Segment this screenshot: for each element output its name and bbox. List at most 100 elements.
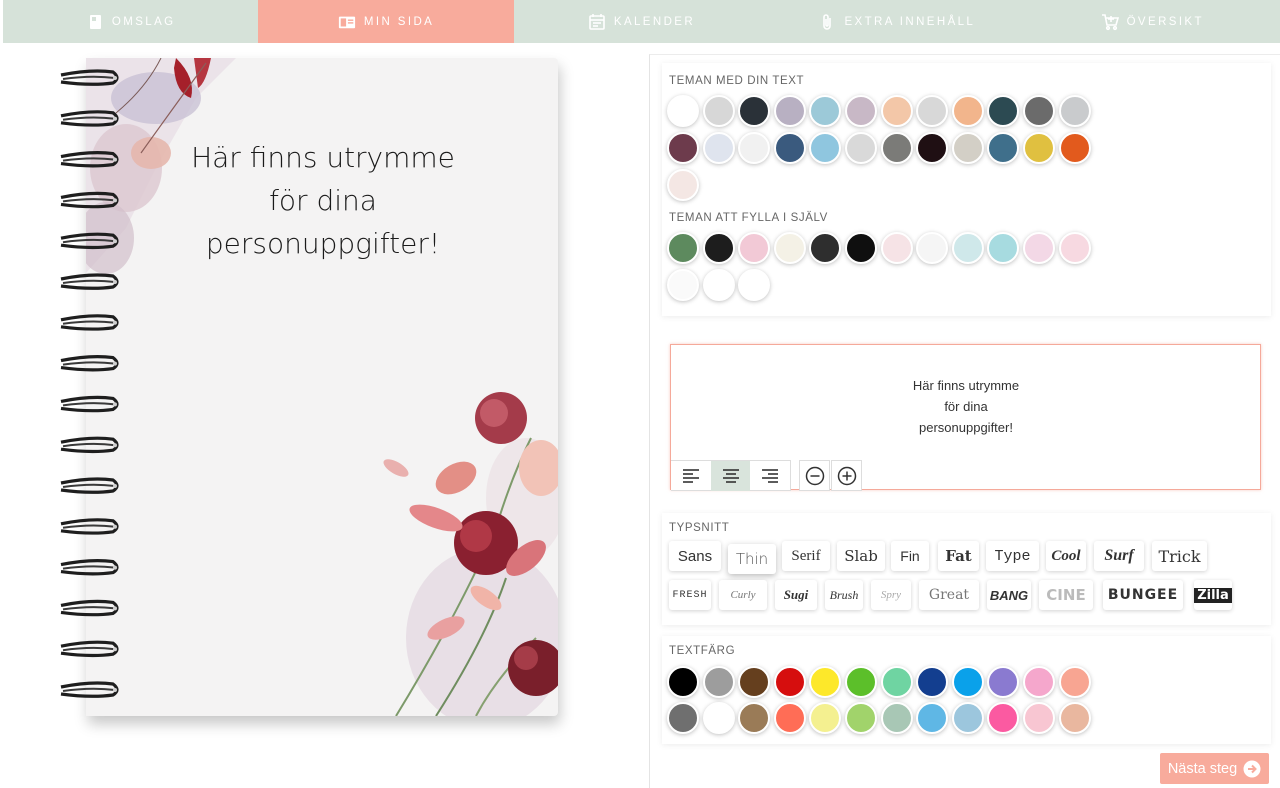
fill-in-theme-swatch[interactable] bbox=[702, 232, 735, 264]
text-color-swatch[interactable] bbox=[1023, 702, 1055, 734]
font-option-slab[interactable]: Slab bbox=[837, 541, 885, 571]
editor-text[interactable]: Här finns utrymme för dina personuppgift… bbox=[841, 375, 1091, 438]
font-option-thin[interactable]: Thin bbox=[728, 544, 776, 574]
align-left-button[interactable] bbox=[671, 461, 711, 491]
font-option-bang[interactable]: BANG bbox=[987, 580, 1031, 610]
text-color-swatch[interactable] bbox=[845, 702, 877, 734]
fill-in-theme-swatch[interactable] bbox=[738, 232, 771, 264]
font-option-cool[interactable]: Cool bbox=[1046, 541, 1086, 571]
theme-swatch[interactable] bbox=[845, 132, 877, 164]
text-color-swatch[interactable] bbox=[809, 666, 842, 698]
text-color-swatch[interactable] bbox=[738, 666, 771, 698]
text-editor[interactable]: Här finns utrymme för dina personuppgift… bbox=[670, 344, 1261, 491]
text-color-swatch[interactable] bbox=[667, 666, 699, 698]
font-option-great[interactable]: Great bbox=[919, 580, 979, 610]
text-color-swatch[interactable] bbox=[702, 666, 735, 698]
theme-swatch[interactable] bbox=[773, 132, 806, 164]
theme-swatch[interactable] bbox=[987, 132, 1020, 164]
text-color-swatch[interactable] bbox=[987, 702, 1020, 734]
theme-swatch[interactable] bbox=[809, 132, 842, 164]
theme-swatch[interactable] bbox=[702, 132, 735, 164]
theme-swatch[interactable] bbox=[951, 95, 984, 127]
theme-swatch[interactable] bbox=[880, 95, 913, 127]
theme-swatch[interactable] bbox=[1058, 95, 1091, 127]
text-color-swatch[interactable] bbox=[702, 702, 735, 734]
text-color-swatch[interactable] bbox=[951, 702, 984, 734]
theme-swatch[interactable] bbox=[702, 95, 735, 127]
tab-min-sida[interactable]: MIN SIDA bbox=[258, 0, 514, 43]
font-option-spry[interactable]: Spry bbox=[871, 580, 911, 610]
fill-in-theme-swatch[interactable] bbox=[987, 232, 1020, 264]
fill-in-theme-swatch[interactable] bbox=[1023, 232, 1055, 264]
font-option-fin[interactable]: Fin bbox=[891, 541, 929, 571]
text-color-swatch[interactable] bbox=[1058, 666, 1091, 698]
theme-swatch[interactable] bbox=[880, 132, 913, 164]
theme-swatch[interactable] bbox=[667, 95, 699, 127]
text-color-swatch[interactable] bbox=[1058, 702, 1091, 734]
fill-in-theme-swatch[interactable] bbox=[845, 232, 877, 264]
font-option-zilla[interactable]: Zilla bbox=[1194, 580, 1232, 610]
theme-swatch[interactable] bbox=[1023, 95, 1055, 127]
theme-swatch[interactable] bbox=[916, 132, 949, 164]
decrease-size-button[interactable] bbox=[799, 460, 830, 491]
theme-swatch[interactable] bbox=[987, 95, 1020, 127]
tab-oversikt[interactable]: ÖVERSIKT bbox=[1025, 0, 1280, 43]
theme-swatch[interactable] bbox=[1058, 132, 1091, 164]
font-option-curly[interactable]: Curly bbox=[719, 580, 767, 610]
text-color-swatch[interactable] bbox=[880, 666, 913, 698]
tab-kalender[interactable]: KALENDER bbox=[514, 0, 769, 43]
text-color-swatch[interactable] bbox=[845, 666, 877, 698]
fill-in-theme-swatch[interactable] bbox=[951, 232, 984, 264]
font-option-fresh[interactable]: FRESH bbox=[669, 580, 711, 610]
fill-in-theme-swatch[interactable] bbox=[1058, 232, 1091, 264]
design-panel: TEMAN MED DIN TEXT TEMAN ATT FYLLA I SJÄ… bbox=[649, 54, 1280, 788]
theme-swatch[interactable] bbox=[738, 132, 771, 164]
font-option-fat[interactable]: Fat bbox=[938, 541, 979, 571]
text-color-swatch[interactable] bbox=[738, 702, 771, 734]
align-center-button[interactable] bbox=[710, 461, 751, 491]
text-color-swatch[interactable] bbox=[1023, 666, 1055, 698]
text-color-swatch[interactable] bbox=[916, 666, 949, 698]
fonts-label: TYPSNITT bbox=[669, 522, 730, 534]
fill-in-theme-swatch[interactable] bbox=[702, 269, 735, 301]
font-option-sans[interactable]: Sans bbox=[669, 541, 721, 571]
theme-swatch[interactable] bbox=[738, 95, 771, 127]
fill-in-theme-swatch[interactable] bbox=[809, 232, 842, 264]
font-option-trick[interactable]: Trick bbox=[1152, 541, 1207, 571]
fill-in-theme-swatch[interactable] bbox=[667, 269, 699, 301]
tab-omslag[interactable]: OMSLAG bbox=[3, 0, 258, 43]
text-color-swatch[interactable] bbox=[880, 702, 913, 734]
text-color-swatch[interactable] bbox=[773, 666, 806, 698]
font-option-serif[interactable]: Serif bbox=[782, 541, 830, 571]
theme-swatch[interactable] bbox=[809, 95, 842, 127]
theme-swatch[interactable] bbox=[1023, 132, 1055, 164]
theme-swatch[interactable] bbox=[667, 132, 699, 164]
text-color-swatch[interactable] bbox=[987, 666, 1020, 698]
fill-in-theme-swatch[interactable] bbox=[773, 232, 806, 264]
theme-swatch[interactable] bbox=[845, 95, 877, 127]
font-option-bungee[interactable]: BUNGEE bbox=[1103, 580, 1183, 610]
theme-swatch[interactable] bbox=[916, 95, 949, 127]
font-option-sugi[interactable]: Sugi bbox=[775, 580, 817, 610]
text-color-swatch[interactable] bbox=[667, 702, 699, 734]
page-icon bbox=[338, 16, 356, 28]
font-option-type[interactable]: Type bbox=[986, 541, 1039, 571]
fill-in-theme-swatch[interactable] bbox=[738, 269, 771, 301]
tab-extra-innehall[interactable]: EXTRA INNEHÅLL bbox=[769, 0, 1024, 43]
text-color-swatch[interactable] bbox=[809, 702, 842, 734]
theme-swatch[interactable] bbox=[667, 169, 699, 201]
text-color-swatch[interactable] bbox=[951, 666, 984, 698]
fill-in-theme-swatch[interactable] bbox=[667, 232, 699, 264]
font-option-cine[interactable]: CINE bbox=[1039, 580, 1093, 610]
next-step-button[interactable]: Nästa steg bbox=[1160, 753, 1269, 784]
theme-swatch[interactable] bbox=[951, 132, 984, 164]
font-option-surf[interactable]: Surf bbox=[1094, 541, 1144, 571]
fill-in-theme-swatch[interactable] bbox=[880, 232, 913, 264]
theme-swatch[interactable] bbox=[773, 95, 806, 127]
align-right-button[interactable] bbox=[750, 461, 790, 491]
increase-size-button[interactable] bbox=[831, 460, 862, 491]
font-option-brush[interactable]: Brush bbox=[825, 580, 863, 610]
fill-in-theme-swatch[interactable] bbox=[916, 232, 949, 264]
text-color-swatch[interactable] bbox=[916, 702, 949, 734]
text-color-swatch[interactable] bbox=[773, 702, 806, 734]
